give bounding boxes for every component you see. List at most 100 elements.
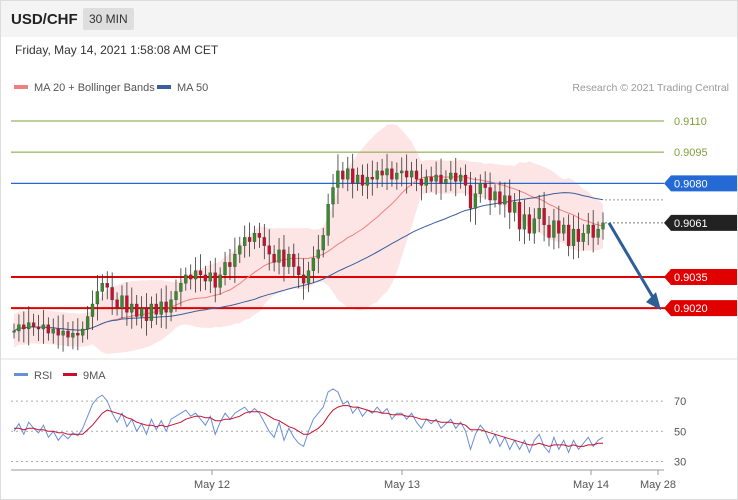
copyright-text: Research © 2021 Trading Central bbox=[572, 82, 729, 94]
ma20-legend-swatch bbox=[14, 85, 28, 89]
candle-body bbox=[100, 283, 104, 292]
candle-body bbox=[508, 195, 512, 213]
level-label-0.9080: 0.9080 bbox=[674, 178, 708, 190]
candle-body bbox=[17, 324, 21, 332]
candle-body bbox=[193, 270, 198, 280]
candle-body bbox=[351, 168, 355, 184]
candle-body bbox=[85, 316, 90, 330]
candle-body bbox=[105, 283, 109, 288]
rsi-tick-30: 30 bbox=[674, 456, 686, 468]
candle-body bbox=[31, 322, 36, 328]
candle-body bbox=[601, 222, 605, 230]
candle-body bbox=[331, 187, 335, 205]
candle-body bbox=[252, 233, 257, 242]
candle-body bbox=[576, 228, 581, 242]
price-chart: MA 20 + Bollinger Bands MA 50 Research ©… bbox=[1, 82, 737, 491]
candle-body bbox=[297, 266, 301, 276]
candle-body bbox=[566, 224, 571, 246]
level-label-0.9061: 0.9061 bbox=[674, 218, 708, 230]
forecast-arrow-group bbox=[607, 222, 661, 311]
candle-body bbox=[400, 170, 404, 174]
candle-body bbox=[164, 301, 168, 313]
candle-body bbox=[169, 299, 173, 313]
candle-body bbox=[282, 249, 286, 267]
candle-body bbox=[22, 324, 26, 330]
candle-body bbox=[385, 168, 389, 176]
candle-body bbox=[184, 274, 188, 284]
candle-body bbox=[527, 214, 532, 234]
candle-body bbox=[571, 228, 576, 246]
candle-body bbox=[247, 237, 252, 242]
candle-body bbox=[370, 176, 374, 180]
candle-body bbox=[120, 295, 124, 309]
candle-body bbox=[238, 245, 242, 255]
rsi-ma-legend-label: 9MA bbox=[83, 370, 106, 382]
candle-body bbox=[591, 224, 595, 238]
ma50-legend-label: MA 50 bbox=[177, 82, 208, 94]
candle-body bbox=[306, 270, 311, 284]
level-label-0.9020: 0.9020 bbox=[674, 303, 708, 315]
candle-body bbox=[179, 283, 183, 292]
candle-body bbox=[135, 303, 139, 317]
candle-body bbox=[71, 332, 75, 338]
candle-body bbox=[95, 291, 100, 305]
candle-body bbox=[522, 214, 527, 230]
candle-body bbox=[287, 253, 291, 267]
candle-body bbox=[125, 295, 129, 313]
candle-body bbox=[493, 191, 497, 201]
candle-body bbox=[581, 233, 585, 242]
candle-body bbox=[139, 308, 144, 317]
candle-body bbox=[336, 170, 340, 188]
candle-body bbox=[355, 174, 360, 184]
candle-body bbox=[36, 326, 41, 330]
candle-body bbox=[243, 237, 247, 246]
rsi-line bbox=[13, 388, 604, 454]
candle-body bbox=[478, 183, 482, 194]
candle-body bbox=[537, 208, 541, 219]
candle-body bbox=[483, 183, 487, 188]
candle-body bbox=[41, 324, 46, 330]
x-axis-labels-group: May 12 May 13 May 14 May 28 bbox=[194, 470, 676, 491]
candle-body bbox=[562, 224, 566, 234]
candle-body bbox=[326, 204, 330, 236]
candle-body bbox=[380, 170, 384, 176]
ma20-legend-label: MA 20 + Bollinger Bands bbox=[34, 82, 155, 94]
candle-body bbox=[149, 303, 154, 321]
candle-body bbox=[228, 262, 232, 267]
candle-body bbox=[159, 301, 163, 315]
x-tick-label: May 12 bbox=[194, 479, 230, 491]
ma50-legend-swatch bbox=[157, 85, 171, 89]
forecast-arrow-shaft bbox=[607, 222, 656, 300]
candle-body bbox=[532, 218, 536, 234]
candle-body bbox=[90, 303, 95, 317]
candle-body bbox=[375, 170, 379, 180]
candle-body bbox=[424, 176, 428, 186]
candle-body bbox=[395, 172, 399, 180]
candle-body bbox=[498, 191, 502, 205]
candle-body bbox=[439, 174, 443, 184]
candle-body bbox=[144, 308, 149, 321]
candle-body bbox=[233, 253, 237, 267]
candle-body bbox=[56, 328, 60, 336]
candle-body bbox=[272, 253, 276, 263]
rsi-tick-50: 50 bbox=[674, 426, 686, 438]
candle-body bbox=[115, 299, 119, 309]
candle-body bbox=[557, 220, 561, 234]
candle-body bbox=[517, 201, 522, 230]
candle-body bbox=[434, 174, 438, 182]
x-tick-label: May 14 bbox=[573, 479, 609, 491]
candle-body bbox=[262, 237, 266, 246]
candle-body bbox=[130, 303, 134, 313]
level-tags-group: 0.9110 0.9095 0.9080 0.9061 0.9035 0.9020 bbox=[664, 116, 737, 317]
candle-body bbox=[586, 224, 590, 234]
candle-body bbox=[542, 208, 546, 226]
candle-body bbox=[365, 176, 370, 186]
candle-body bbox=[81, 328, 85, 336]
candle-body bbox=[552, 220, 556, 238]
candle-body bbox=[257, 233, 262, 238]
candle-body bbox=[110, 287, 114, 301]
candle-body bbox=[27, 322, 31, 330]
candle-body bbox=[360, 174, 365, 186]
bollinger-band-group bbox=[14, 124, 603, 354]
candle-body bbox=[321, 235, 325, 251]
